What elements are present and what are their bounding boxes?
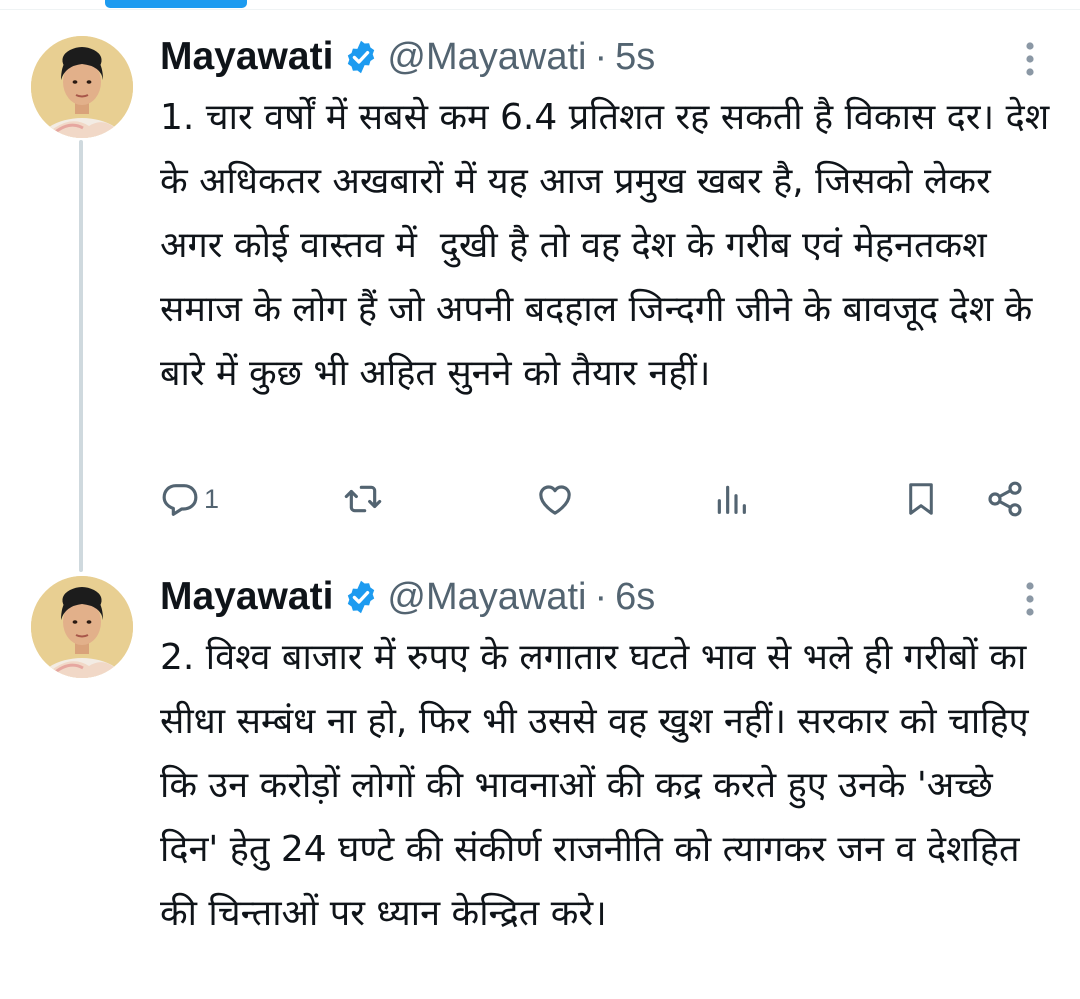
more-options-icon[interactable]	[1010, 578, 1050, 620]
reply-button[interactable]: 1	[160, 474, 219, 524]
reply-icon	[160, 479, 200, 519]
timestamp[interactable]: 6s	[615, 576, 655, 619]
top-scroll-indicator	[105, 0, 247, 8]
retweet-icon	[342, 479, 384, 519]
tweet-1[interactable]: Mayawati @Mayawati · 5s 1. चार वर्षों मे…	[0, 30, 1080, 560]
tweet-header: Mayawati @Mayawati · 6s	[160, 572, 655, 622]
views-icon	[711, 479, 751, 519]
more-options-icon[interactable]	[1010, 38, 1050, 80]
tweet-2[interactable]: Mayawati @Mayawati · 6s 2. विश्व बाजार म…	[0, 570, 1080, 999]
verified-badge-icon	[343, 579, 379, 615]
handle[interactable]: @Mayawati	[387, 36, 586, 79]
reply-count: 1	[204, 483, 220, 514]
handle[interactable]: @Mayawati	[387, 576, 586, 619]
display-name[interactable]: Mayawati	[160, 35, 333, 79]
share-button[interactable]	[985, 474, 1025, 524]
verified-badge-icon	[343, 39, 379, 75]
separator-dot: ·	[594, 575, 608, 618]
share-icon	[985, 479, 1025, 519]
views-button[interactable]	[711, 474, 751, 524]
avatar[interactable]	[31, 576, 133, 678]
timestamp[interactable]: 5s	[615, 36, 655, 79]
like-icon	[534, 479, 576, 519]
display-name[interactable]: Mayawati	[160, 575, 333, 619]
like-button[interactable]	[534, 474, 576, 524]
top-divider	[0, 9, 1080, 10]
bookmark-icon	[902, 479, 940, 519]
avatar[interactable]	[31, 36, 133, 138]
separator-dot: ·	[594, 35, 608, 78]
retweet-button[interactable]	[342, 474, 384, 524]
tweet-header: Mayawati @Mayawati · 5s	[160, 32, 655, 82]
bookmark-button[interactable]	[902, 474, 940, 524]
tweet-actions: 1	[160, 474, 1040, 524]
tweet-text: 2. विश्व बाजार में रुपए के लगातार घटते भ…	[160, 637, 1041, 934]
tweet-text: 1. चार वर्षों में सबसे कम 6.4 प्रतिशत रह…	[160, 97, 1061, 394]
